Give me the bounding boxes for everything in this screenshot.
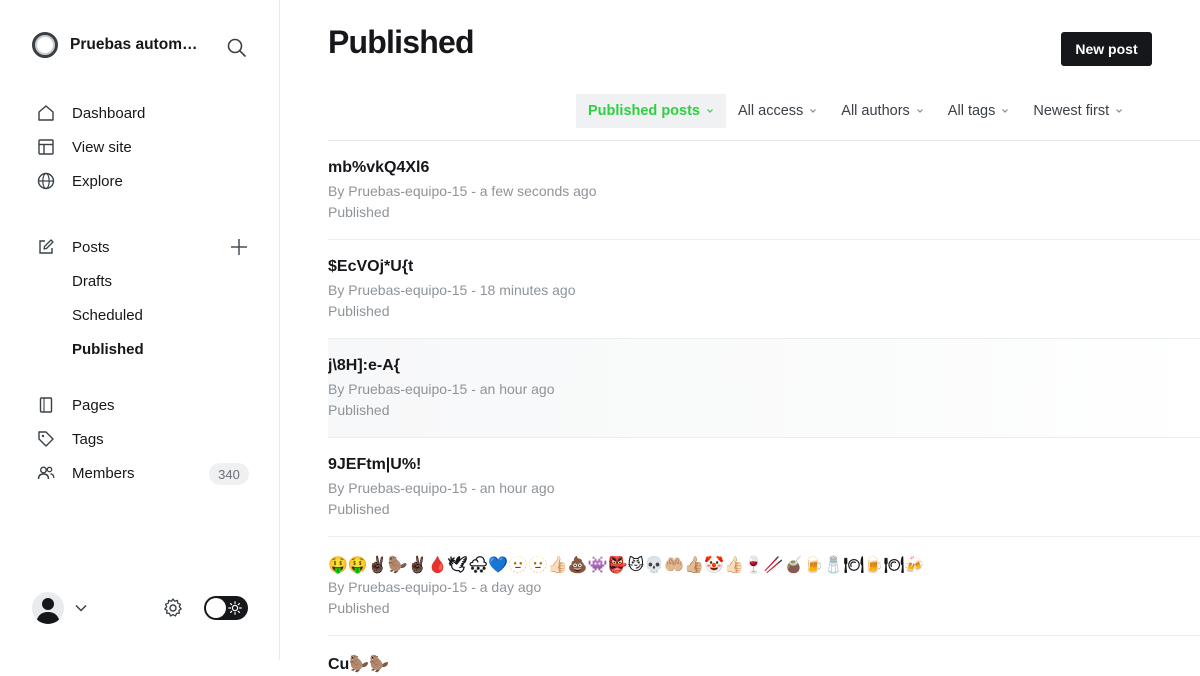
post-row[interactable]: $EcVOj*U{t By Pruebas-equipo-15 - 18 min… (328, 240, 1200, 339)
post-status: Published (328, 204, 390, 220)
filter-sort[interactable]: Newest first (1021, 94, 1135, 128)
filter-bar: Published posts All access All authors A… (576, 94, 1135, 128)
nav-members[interactable]: Members 340 (36, 456, 251, 490)
chevron-down-icon[interactable] (74, 601, 88, 620)
post-meta: By Pruebas-equipo-15 - an hour ago (328, 480, 555, 496)
content-nav: Pages Tags Members 340 (36, 388, 251, 490)
post-meta: By Pruebas-equipo-15 - a day ago (328, 579, 542, 595)
filter-type[interactable]: Published posts (576, 94, 726, 128)
filter-tags-label: All tags (947, 103, 996, 119)
filter-authors[interactable]: All authors (829, 94, 936, 128)
filter-authors-label: All authors (841, 103, 910, 119)
post-row[interactable]: Cu🦫🦫 (328, 636, 1200, 676)
filter-tags[interactable]: All tags (936, 94, 1022, 128)
user-silhouette-icon (36, 598, 60, 624)
nav-scheduled-label: Scheduled (72, 306, 143, 324)
post-title[interactable]: $EcVOj*U{t (328, 258, 413, 276)
site-name: Pruebas automatizadas (70, 36, 206, 53)
sidebar: Pruebas automatizadas Dashboard View sit… (0, 0, 280, 660)
theme-toggle[interactable] (204, 596, 248, 620)
post-title[interactable]: mb%vkQ4Xl6 (328, 159, 429, 177)
filter-access[interactable]: All access (726, 94, 829, 128)
post-title[interactable]: 9JEFtm|U%! (328, 456, 421, 474)
nav-explore[interactable]: Explore (36, 164, 251, 198)
search-icon[interactable] (226, 37, 248, 59)
post-status: Published (328, 600, 390, 616)
chevron-down-icon (810, 109, 817, 113)
nav-dashboard-label: Dashboard (72, 104, 146, 122)
post-list: mb%vkQ4Xl6 By Pruebas-equipo-15 - a few … (328, 140, 1200, 676)
post-title[interactable]: j\8H]:e-A{ (328, 357, 400, 375)
post-title[interactable]: Cu🦫🦫 (328, 654, 389, 674)
post-status: Published (328, 303, 390, 319)
nav-tags-label: Tags (72, 430, 104, 448)
nav-view-site-label: View site (72, 138, 132, 156)
post-row[interactable]: j\8H]:e-A{ By Pruebas-equipo-15 - an hou… (328, 339, 1200, 438)
globe-icon (36, 171, 56, 191)
members-icon (36, 463, 56, 483)
nav-explore-label: Explore (72, 172, 123, 190)
add-post-icon[interactable] (229, 237, 249, 257)
filter-type-label: Published posts (588, 103, 700, 119)
post-status: Published (328, 501, 390, 517)
site-brand[interactable]: Pruebas automatizadas (32, 32, 206, 58)
main-content: Published New post Published posts All a… (280, 0, 1200, 673)
sidebar-footer (32, 592, 250, 624)
post-title-emoji[interactable]: 🤑🤑✌🏿🦫✌🏿🩸🕊🌨💙🫥🫥👍🏻💩👾👺😼💀🤲🏼👍🏼🤡👍🏻🍷🥢🧉🍺🧂🍽🍺🍽🍻 (328, 555, 924, 575)
nav-tags[interactable]: Tags (36, 422, 251, 456)
nav-posts[interactable]: Posts (36, 230, 251, 264)
nav-drafts[interactable]: Drafts (36, 264, 251, 298)
nav-drafts-label: Drafts (72, 272, 113, 290)
post-status: Published (328, 402, 390, 418)
post-meta: By Pruebas-equipo-15 - an hour ago (328, 381, 555, 397)
post-meta: By Pruebas-equipo-15 - 18 minutes ago (328, 282, 576, 298)
site-logo-icon (32, 32, 58, 58)
nav-posts-label: Posts (72, 238, 110, 256)
home-icon (36, 103, 56, 123)
gear-icon[interactable] (162, 597, 184, 619)
user-avatar[interactable] (32, 592, 64, 624)
page-title: Published (328, 24, 475, 60)
filter-sort-label: Newest first (1033, 103, 1110, 119)
post-row[interactable]: 9JEFtm|U%! By Pruebas-equipo-15 - an hou… (328, 438, 1200, 537)
nav-pages[interactable]: Pages (36, 388, 251, 422)
nav-published-label: Published (72, 340, 144, 358)
nav-pages-label: Pages (72, 396, 115, 414)
filter-access-label: All access (738, 103, 804, 119)
nav-members-label: Members (72, 464, 135, 482)
sun-icon (228, 601, 242, 615)
chevron-down-icon (1002, 109, 1009, 113)
chevron-down-icon (707, 109, 713, 113)
post-row[interactable]: mb%vkQ4Xl6 By Pruebas-equipo-15 - a few … (328, 141, 1200, 240)
post-meta: By Pruebas-equipo-15 - a few seconds ago (328, 183, 597, 199)
main-nav: Dashboard View site Explore (36, 96, 251, 198)
chevron-down-icon (916, 109, 923, 113)
tag-icon (36, 429, 56, 449)
nav-published[interactable]: Published (36, 332, 251, 366)
members-count-badge: 340 (209, 463, 249, 485)
nav-view-site[interactable]: View site (36, 130, 251, 164)
toggle-knob (206, 598, 226, 618)
chevron-down-icon (1116, 109, 1123, 113)
new-post-button[interactable]: New post (1061, 32, 1152, 66)
nav-scheduled[interactable]: Scheduled (36, 298, 251, 332)
post-row[interactable]: 🤑🤑✌🏿🦫✌🏿🩸🕊🌨💙🫥🫥👍🏻💩👾👺😼💀🤲🏼👍🏼🤡👍🏻🍷🥢🧉🍺🧂🍽🍺🍽🍻 By … (328, 537, 1200, 636)
layout-icon (36, 137, 56, 157)
nav-dashboard[interactable]: Dashboard (36, 96, 251, 130)
posts-nav: Posts Drafts Scheduled Published (36, 230, 251, 366)
page-icon (36, 395, 56, 415)
pencil-edit-icon (36, 237, 56, 257)
